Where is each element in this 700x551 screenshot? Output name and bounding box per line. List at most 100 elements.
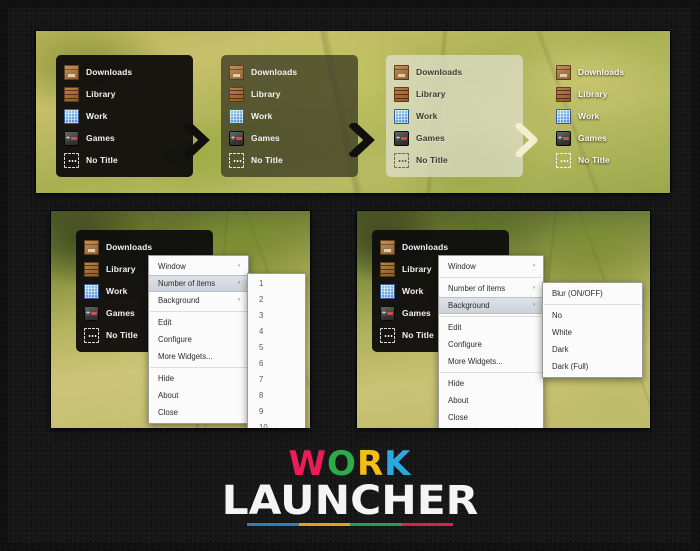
launcher-item-label: Games <box>416 133 445 143</box>
context-menu-left[interactable]: Window › Number of items › Background › … <box>148 255 249 424</box>
context-menu-item-close[interactable]: Close <box>439 409 543 426</box>
context-menu-item-hide[interactable]: Hide <box>149 370 248 387</box>
context-menu-item-about[interactable]: About <box>439 392 543 409</box>
context-menu-item-background[interactable]: Background › <box>149 292 248 309</box>
games-gamepad-icon <box>394 130 409 146</box>
number-option[interactable]: 6 <box>248 356 305 372</box>
context-menu-item-more-widgets[interactable]: More Widgets... <box>439 353 543 370</box>
context-menu-item-window[interactable]: Window › <box>439 258 543 275</box>
context-menu-item-configure[interactable]: Configure <box>149 331 248 348</box>
launcher-item-no-title[interactable]: No Title <box>556 150 670 170</box>
menu-item-label: Close <box>158 408 178 417</box>
launcher-item-downloads[interactable]: Downloads <box>229 62 346 82</box>
number-option[interactable]: 2 <box>248 292 305 308</box>
no-title-placeholder-icon <box>229 152 244 168</box>
launcher-item-no-title[interactable]: No Title <box>229 150 346 170</box>
launcher-item-games[interactable]: Games <box>394 128 511 148</box>
background-submenu[interactable]: Blur (ON/OFF) No White Dark Dark (Full) <box>542 282 643 378</box>
number-option[interactable]: 4 <box>248 324 305 340</box>
launcher-item-downloads[interactable]: Downloads <box>64 62 181 82</box>
launcher-item-label: Library <box>402 264 432 274</box>
no-title-placeholder-icon <box>556 152 571 168</box>
launcher-widget-transparent[interactable]: Downloads Library Work Games No Title <box>548 55 670 177</box>
launcher-item-games[interactable]: Games <box>229 128 346 148</box>
number-option[interactable]: 10 <box>248 420 305 428</box>
launcher-item-no-title[interactable]: No Title <box>394 150 511 170</box>
number-option[interactable]: 9 <box>248 404 305 420</box>
number-option[interactable]: 5 <box>248 340 305 356</box>
menu-item-label: Configure <box>448 340 482 349</box>
logo-letter-o: O <box>327 444 357 484</box>
submenu-arrow-icon: › <box>533 302 535 308</box>
launcher-item-label: Library <box>251 89 281 99</box>
background-option-dark-full[interactable]: Dark (Full) <box>543 358 642 375</box>
menu-item-label: Window <box>448 262 476 271</box>
launcher-item-library[interactable]: Library <box>556 84 670 104</box>
context-menu-item-window[interactable]: Window › <box>149 258 248 275</box>
launcher-item-library[interactable]: Library <box>229 84 346 104</box>
number-option[interactable]: 8 <box>248 388 305 404</box>
launcher-item-downloads[interactable]: Downloads <box>394 62 511 82</box>
launcher-item-games[interactable]: Games <box>556 128 670 148</box>
launcher-item-label: Work <box>86 111 108 121</box>
launcher-item-label: No Title <box>416 155 448 165</box>
logo-word-launcher: LAUNCHER <box>221 478 479 524</box>
number-option-label: 2 <box>259 295 264 304</box>
menu-item-label: Edit <box>448 323 462 332</box>
launcher-item-library[interactable]: Library <box>64 84 181 104</box>
submenu-arrow-icon: › <box>238 263 240 269</box>
context-menu-item-more-widgets[interactable]: More Widgets... <box>149 348 248 365</box>
menu-item-label: Close <box>448 413 468 422</box>
background-option-label: White <box>552 328 572 337</box>
context-menu-item-background[interactable]: Background › <box>439 297 543 314</box>
launcher-widget-dark[interactable]: Downloads Library Work Games No Title <box>56 55 193 177</box>
context-menu-item-edit[interactable]: Edit <box>149 314 248 331</box>
games-gamepad-icon <box>556 130 571 146</box>
background-option-white[interactable]: White <box>543 324 642 341</box>
launcher-item-label: Library <box>106 264 136 274</box>
launcher-item-label: Work <box>251 111 273 121</box>
context-menu-item-edit[interactable]: Edit <box>439 319 543 336</box>
background-option-dark[interactable]: Dark <box>543 341 642 358</box>
launcher-item-games[interactable]: Games <box>64 128 181 148</box>
launcher-item-library[interactable]: Library <box>394 84 511 104</box>
launcher-item-work[interactable]: Work <box>394 106 511 126</box>
background-option-label: Dark (Full) <box>552 362 589 371</box>
downloads-box-icon <box>380 239 395 255</box>
background-option-no[interactable]: No <box>543 307 642 324</box>
launcher-item-downloads[interactable]: Downloads <box>84 237 201 257</box>
number-option[interactable]: 3 <box>248 308 305 324</box>
library-drawer-icon <box>229 86 244 102</box>
number-option[interactable]: 1 <box>248 276 305 292</box>
launcher-item-downloads[interactable]: Downloads <box>380 237 497 257</box>
background-option-blur[interactable]: Blur (ON/OFF) <box>543 285 642 302</box>
showcase-bottom-right-panel: Downloads Library Work Games No Title Wi… <box>357 211 650 428</box>
launcher-widget-white-blur[interactable]: Downloads Library Work Games No Title <box>386 55 523 177</box>
launcher-item-work[interactable]: Work <box>64 106 181 126</box>
context-menu-item-about[interactable]: About <box>149 387 248 404</box>
number-option[interactable]: 7 <box>248 372 305 388</box>
launcher-item-downloads[interactable]: Downloads <box>556 62 670 82</box>
context-menu-item-number-of-items[interactable]: Number of items › <box>149 275 248 292</box>
library-drawer-icon <box>394 86 409 102</box>
launcher-item-work[interactable]: Work <box>556 106 670 126</box>
menu-item-label: Hide <box>448 379 465 388</box>
launcher-item-label: Work <box>578 111 600 121</box>
launcher-widget-tinted[interactable]: Downloads Library Work Games No Title <box>221 55 358 177</box>
menu-item-label: About <box>158 391 179 400</box>
context-menu-item-hide[interactable]: Hide <box>439 375 543 392</box>
context-menu-right[interactable]: Window › Number of items › Background › … <box>438 255 544 428</box>
launcher-item-label: Downloads <box>578 67 625 77</box>
launcher-item-no-title[interactable]: No Title <box>64 150 181 170</box>
context-menu-item-configure[interactable]: Configure <box>439 336 543 353</box>
context-menu-item-close[interactable]: Close <box>149 404 248 421</box>
number-of-items-submenu[interactable]: 1 2 3 4 5 6 7 8 9 10 <box>247 273 306 428</box>
menu-item-label: Background <box>158 296 200 305</box>
no-title-placeholder-icon <box>84 327 99 343</box>
number-option-label: 3 <box>259 311 264 320</box>
downloads-box-icon <box>556 64 571 80</box>
context-menu-item-number-of-items[interactable]: Number of items › <box>439 280 543 297</box>
launcher-item-work[interactable]: Work <box>229 106 346 126</box>
number-option-label: 7 <box>259 375 264 384</box>
work-grid-icon <box>229 108 244 124</box>
